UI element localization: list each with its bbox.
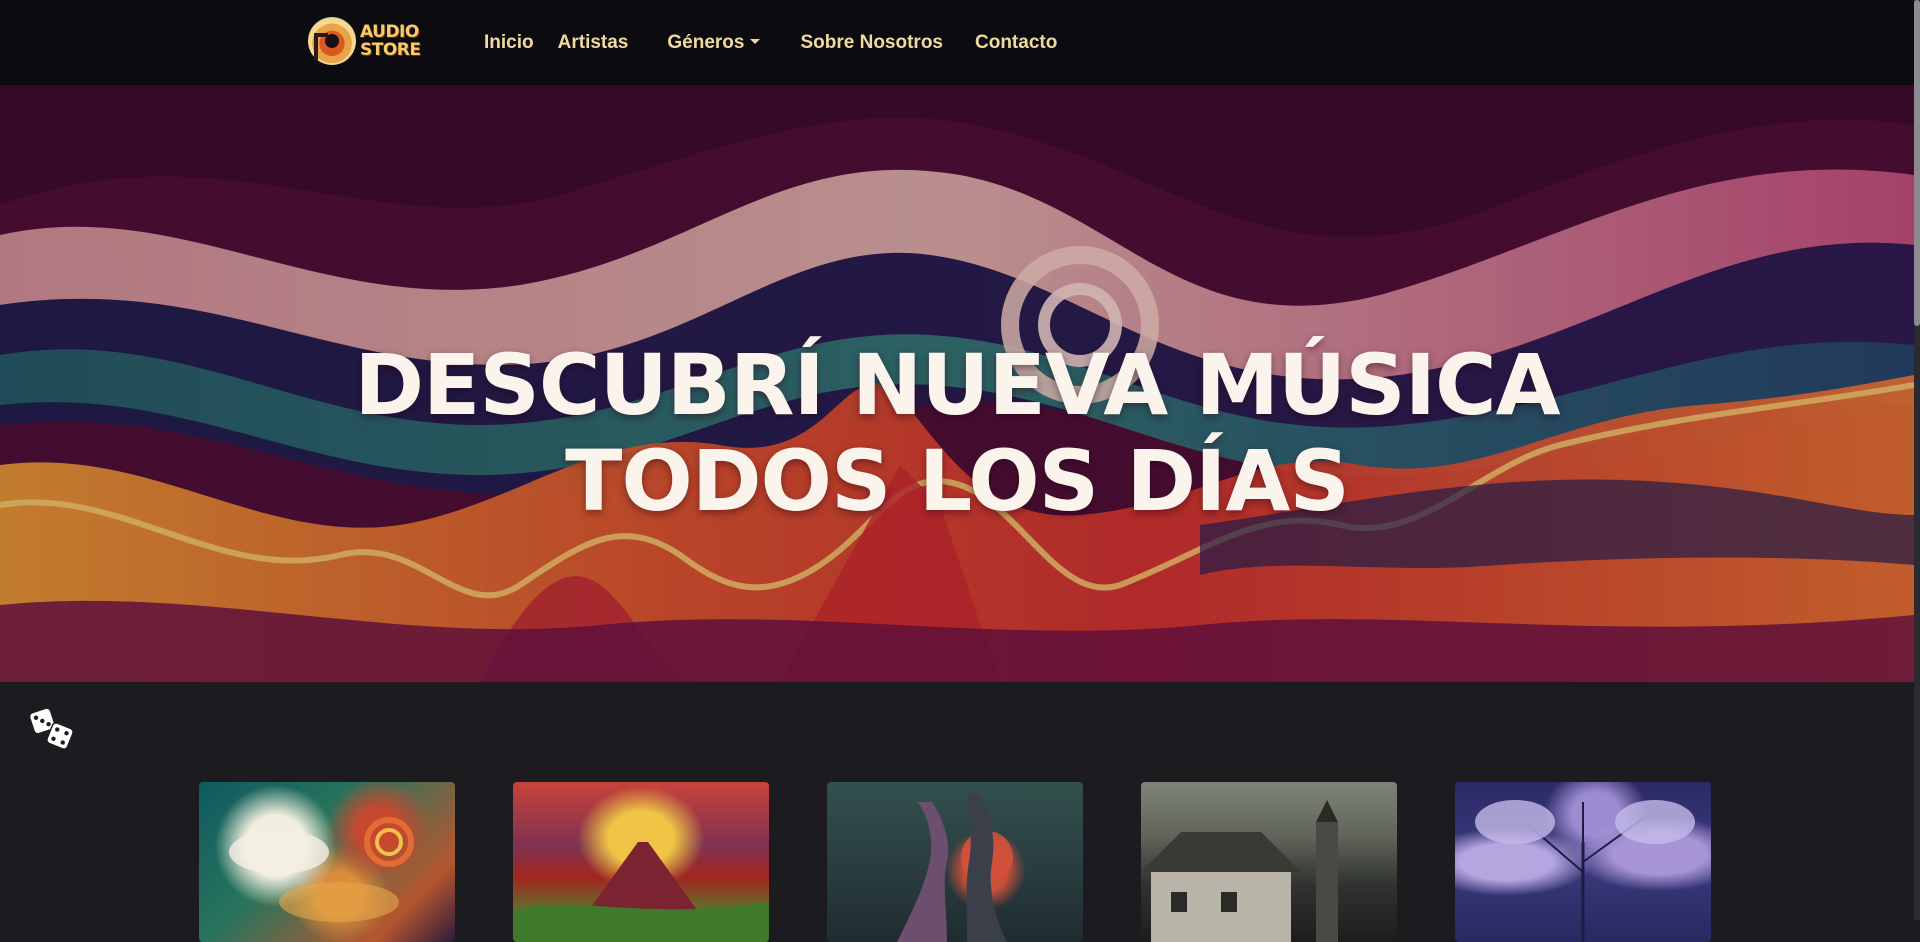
nav-item-inicio[interactable]: Inicio <box>484 32 534 54</box>
random-pick-button[interactable] <box>28 706 76 752</box>
vinyl-record-logo-icon <box>308 17 356 65</box>
village-church-album-art <box>1141 800 1338 942</box>
brand-logo-link[interactable]: AUDIO STORE <box>308 12 438 70</box>
page-scrollbar[interactable] <box>1914 0 1920 920</box>
nav-menu: Inicio Artistas Géneros Sobre Nosotros C… <box>468 0 1057 85</box>
hero-title: DESCUBRÍ NUEVA MÚSICA TODOS LOS DÍAS <box>0 337 1914 529</box>
scrollbar-thumb[interactable] <box>1914 0 1920 326</box>
hero-title-line-1: DESCUBRÍ NUEVA MÚSICA <box>354 336 1560 435</box>
album-card-colorful-clouds[interactable] <box>199 782 455 942</box>
album-card-grid <box>0 782 1914 942</box>
album-card-village-church[interactable] <box>1141 782 1397 942</box>
dice-icon <box>28 707 74 750</box>
top-navbar: AUDIO STORE Inicio Artistas Géneros Sobr… <box>0 0 1914 85</box>
album-card-purple-trees[interactable] <box>1455 782 1711 942</box>
hero-banner: DESCUBRÍ NUEVA MÚSICA TODOS LOS DÍAS <box>0 85 1914 682</box>
music-note-icon <box>314 33 328 61</box>
nav-item-generos-label: Géneros <box>667 31 745 53</box>
album-card-volcano[interactable] <box>513 782 769 942</box>
nav-item-generos-dropdown[interactable]: Géneros <box>667 31 761 54</box>
volcano-album-art <box>513 842 769 942</box>
dancing-couple-album-art <box>897 792 1013 942</box>
nav-item-contacto[interactable]: Contacto <box>975 32 1057 54</box>
brand-name: AUDIO STORE <box>360 22 421 60</box>
album-card-dancing-couple[interactable] <box>827 782 1083 942</box>
caret-down-icon <box>750 39 761 44</box>
colorful-clouds-album-art <box>229 817 414 922</box>
nav-item-artistas[interactable]: Artistas <box>558 32 629 54</box>
hero-title-line-2: TODOS LOS DÍAS <box>565 432 1350 531</box>
nav-item-sobre-nosotros[interactable]: Sobre Nosotros <box>800 32 943 54</box>
purple-trees-album-art <box>1475 800 1695 942</box>
